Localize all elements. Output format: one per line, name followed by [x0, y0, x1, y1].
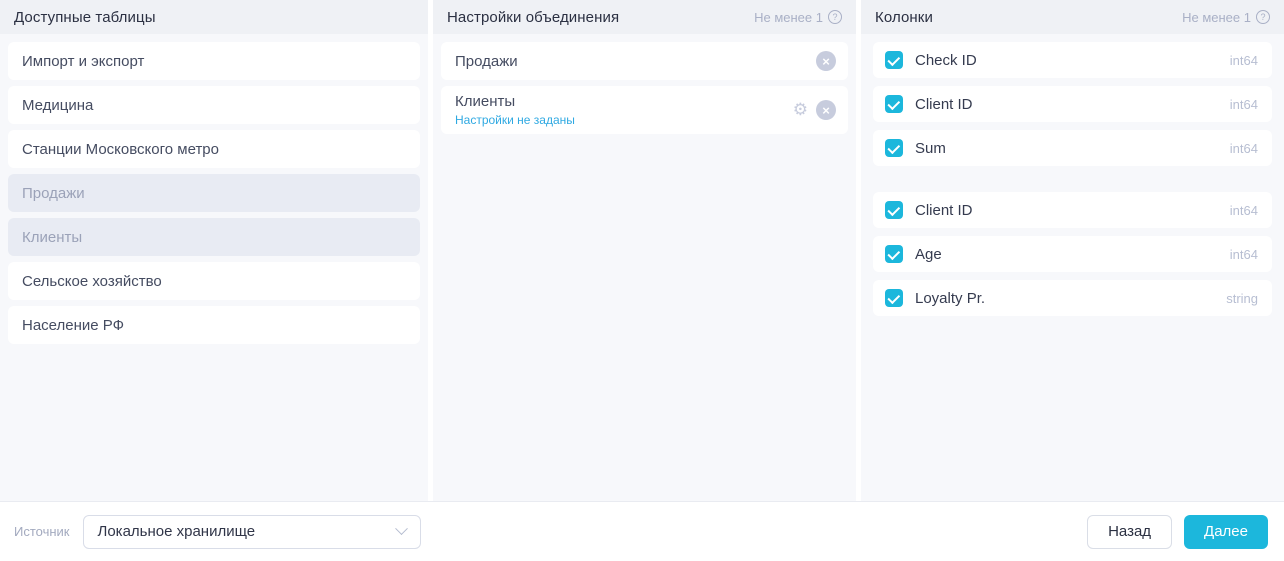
panel-columns: Колонки Не менее 1 ? Check IDint64Client… [861, 0, 1284, 501]
table-row-label: Импорт и экспорт [22, 53, 144, 70]
next-button[interactable]: Далее [1184, 515, 1268, 549]
checkbox-checked-icon[interactable] [885, 95, 903, 113]
column-row[interactable]: Loyalty Pr. string [873, 280, 1272, 316]
chevron-down-icon [395, 522, 408, 535]
panel-title-columns: Колонки [875, 9, 933, 26]
panel-available-tables: Доступные таблицы Импорт и экспорт Медици… [0, 0, 428, 501]
join-card: Продажи × [441, 42, 848, 80]
table-row-label: Продажи [22, 185, 85, 202]
column-type: int64 [1230, 53, 1258, 68]
join-settings-header: Настройки объединения Не менее 1 ? [433, 0, 856, 34]
help-icon[interactable]: ? [828, 10, 842, 24]
min-required-badge-columns: Не менее 1 ? [1182, 10, 1270, 25]
remove-table-icon[interactable]: × [816, 51, 836, 71]
column-type: int64 [1230, 97, 1258, 112]
column-name: Check ID [915, 52, 977, 69]
join-card-text: Продажи [455, 53, 518, 70]
remove-table-icon[interactable]: × [816, 100, 836, 120]
column-type: string [1226, 291, 1258, 306]
wizard-footer: Источник Локальное хранилище Назад Далее [0, 501, 1284, 561]
min-required-text: Не менее 1 [1182, 10, 1251, 25]
column-name: Age [915, 246, 942, 263]
checkbox-checked-icon[interactable] [885, 245, 903, 263]
help-icon[interactable]: ? [1256, 10, 1270, 24]
table-row[interactable]: Продажи [8, 174, 420, 212]
join-card-title: Клиенты [455, 93, 575, 110]
panel-title-joins: Настройки объединения [447, 9, 619, 26]
join-card: КлиентыНастройки не заданы⚙× [441, 86, 848, 134]
column-type: int64 [1230, 141, 1258, 156]
column-row[interactable]: Check ID int64 [873, 42, 1272, 78]
join-card-text: Клиенты Настройки не заданы [455, 93, 575, 127]
join-card-icons: ⚙× [793, 100, 836, 120]
panel-join-settings: Настройки объединения Не менее 1 ? Прода… [433, 0, 856, 501]
min-required-badge-joins: Не менее 1 ? [754, 10, 842, 25]
column-name: Client ID [915, 96, 973, 113]
panel-title-tables: Доступные таблицы [14, 9, 156, 26]
checkbox-checked-icon[interactable] [885, 289, 903, 307]
table-row-label: Население РФ [22, 317, 124, 334]
checkbox-checked-icon[interactable] [885, 139, 903, 157]
source-select-value: Локальное хранилище [98, 523, 256, 540]
column-name: Loyalty Pr. [915, 290, 985, 307]
table-row-label: Станции Московского метро [22, 141, 219, 158]
source-select[interactable]: Локальное хранилище [83, 515, 421, 549]
table-row[interactable]: Импорт и экспорт [8, 42, 420, 80]
column-group: Client ID int64 Age int64 Loyalty Pr. string [873, 192, 1272, 316]
column-type: int64 [1230, 247, 1258, 262]
table-row[interactable]: Сельское хозяйство [8, 262, 420, 300]
table-row-label: Медицина [22, 97, 93, 114]
column-row[interactable]: Client ID int64 [873, 86, 1272, 122]
source-label: Источник [14, 524, 70, 539]
column-row[interactable]: Sum int64 [873, 130, 1272, 166]
gear-icon[interactable]: ⚙ [793, 100, 808, 120]
column-name: Sum [915, 140, 946, 157]
min-required-text: Не менее 1 [754, 10, 823, 25]
available-tables-list: Импорт и экспорт Медицина Станции Московск… [0, 34, 428, 501]
column-name: Client ID [915, 202, 973, 219]
join-card-icons: × [816, 51, 836, 71]
table-row-label: Клиенты [22, 229, 82, 246]
column-type: int64 [1230, 203, 1258, 218]
columns-list: Check IDint64Client IDint64Sumint64Clien… [861, 34, 1284, 501]
available-tables-header: Доступные таблицы [0, 0, 428, 34]
checkbox-checked-icon[interactable] [885, 201, 903, 219]
table-row[interactable]: Станции Московского метро [8, 130, 420, 168]
join-settings-list: Продажи×КлиентыНастройки не заданы⚙× [433, 34, 856, 501]
back-button[interactable]: Назад [1087, 515, 1172, 549]
column-group: Check ID int64 Client ID int64 Sum int64 [873, 42, 1272, 166]
columns-header: Колонки Не менее 1 ? [861, 0, 1284, 34]
dataset-wizard: Доступные таблицы Импорт и экспорт Медици… [0, 0, 1284, 501]
table-row-label: Сельское хозяйство [22, 273, 162, 290]
join-settings-link[interactable]: Настройки не заданы [455, 113, 575, 127]
table-row[interactable]: Население РФ [8, 306, 420, 344]
table-row[interactable]: Клиенты [8, 218, 420, 256]
checkbox-checked-icon[interactable] [885, 51, 903, 69]
table-row[interactable]: Медицина [8, 86, 420, 124]
column-row[interactable]: Age int64 [873, 236, 1272, 272]
join-card-title: Продажи [455, 53, 518, 70]
column-row[interactable]: Client ID int64 [873, 192, 1272, 228]
